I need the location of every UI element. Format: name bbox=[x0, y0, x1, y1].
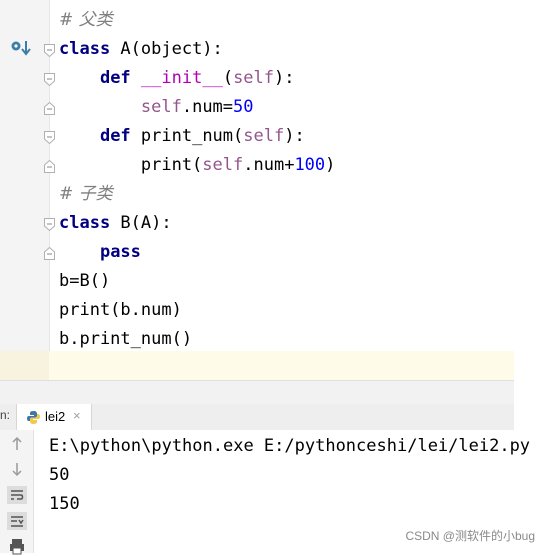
code-line[interactable]: b.print_num() bbox=[59, 325, 192, 354]
console-line: 50 bbox=[49, 465, 70, 485]
arrow-up-icon[interactable] bbox=[6, 434, 28, 454]
console-line: 150 bbox=[49, 494, 80, 514]
fold-end-icon[interactable] bbox=[44, 160, 55, 173]
code-token: class bbox=[59, 213, 111, 233]
console-line: E:\python\python.exe E:/pythonceshi/lei/… bbox=[49, 436, 531, 456]
code-token: b.print_num() bbox=[59, 329, 193, 349]
code-line[interactable]: pass bbox=[59, 238, 141, 267]
gutter-current-line bbox=[0, 351, 49, 380]
print-icon[interactable] bbox=[6, 536, 28, 556]
code-token: ) bbox=[325, 155, 336, 175]
code-token: def bbox=[99, 68, 131, 88]
code-token: __init__ bbox=[140, 68, 223, 88]
code-line[interactable]: print(b.num) bbox=[59, 296, 182, 325]
arrow-down-icon[interactable] bbox=[6, 459, 28, 479]
code-token: ): bbox=[274, 68, 295, 88]
current-line-highlight bbox=[0, 351, 514, 380]
code-token: ): bbox=[284, 126, 305, 146]
code-line[interactable]: print(self.num+100) bbox=[59, 151, 336, 180]
code-line[interactable]: def __init__(self): bbox=[59, 64, 295, 93]
tab-label: lei2 bbox=[45, 409, 66, 424]
code-editor[interactable]: # 父类 class A(object): def __init__(self):… bbox=[0, 0, 514, 380]
fold-open-icon[interactable] bbox=[44, 131, 55, 144]
close-icon[interactable]: × bbox=[73, 408, 81, 423]
code-token: self bbox=[202, 155, 244, 175]
tab-lei2[interactable]: lei2 × bbox=[16, 404, 92, 430]
fold-open-icon[interactable] bbox=[44, 44, 55, 57]
code-token: print(b.num) bbox=[59, 300, 182, 320]
code-token: 50 bbox=[233, 97, 254, 117]
code-line[interactable]: class A(object): bbox=[59, 35, 223, 64]
panel-splitter[interactable] bbox=[0, 380, 514, 405]
fold-open-icon[interactable] bbox=[44, 218, 55, 231]
code-line[interactable]: b=B() bbox=[59, 267, 110, 296]
code-token: B(A): bbox=[110, 213, 172, 233]
code-token: print( bbox=[59, 155, 203, 175]
code-token: .num+ bbox=[243, 155, 295, 175]
fold-end-icon[interactable] bbox=[44, 102, 55, 115]
code-token: 100 bbox=[294, 155, 326, 175]
code-token: ( bbox=[222, 68, 234, 88]
code-line[interactable]: def print_num(self): bbox=[59, 122, 305, 151]
code-token: A(object): bbox=[110, 39, 223, 59]
fold-open-icon[interactable] bbox=[44, 73, 55, 86]
fold-end-icon[interactable] bbox=[44, 247, 55, 260]
code-token: pass bbox=[99, 242, 141, 262]
code-token: .num= bbox=[181, 97, 234, 117]
watermark: CSDN @测软件的小bug bbox=[405, 529, 535, 543]
scroll-to-end-icon[interactable] bbox=[6, 511, 28, 531]
run-panel-prefix: n: bbox=[0, 408, 11, 422]
code-line[interactable]: # 父类 bbox=[59, 6, 113, 35]
code-token: class bbox=[59, 39, 111, 59]
code-token: self bbox=[233, 68, 275, 88]
code-line[interactable]: class B(A): bbox=[59, 209, 172, 238]
right-margin bbox=[514, 0, 549, 553]
editor-gutter[interactable] bbox=[0, 0, 50, 380]
code-line[interactable]: # 子类 bbox=[59, 180, 113, 209]
run-tab-bar: n: lei2 × bbox=[0, 404, 514, 431]
code-token: self bbox=[243, 126, 285, 146]
python-icon bbox=[27, 411, 40, 424]
code-token: # 子类 bbox=[59, 184, 113, 204]
code-line[interactable]: self.num=50 bbox=[59, 93, 254, 122]
code-token: print_num( bbox=[130, 126, 244, 146]
code-token: b=B() bbox=[59, 271, 111, 291]
code-token: def bbox=[99, 126, 131, 146]
override-marker-icon[interactable] bbox=[10, 39, 32, 57]
console-toolbar bbox=[0, 430, 34, 556]
code-token: # 父类 bbox=[59, 10, 113, 30]
code-token: self bbox=[140, 97, 182, 117]
soft-wrap-icon[interactable] bbox=[6, 485, 28, 505]
